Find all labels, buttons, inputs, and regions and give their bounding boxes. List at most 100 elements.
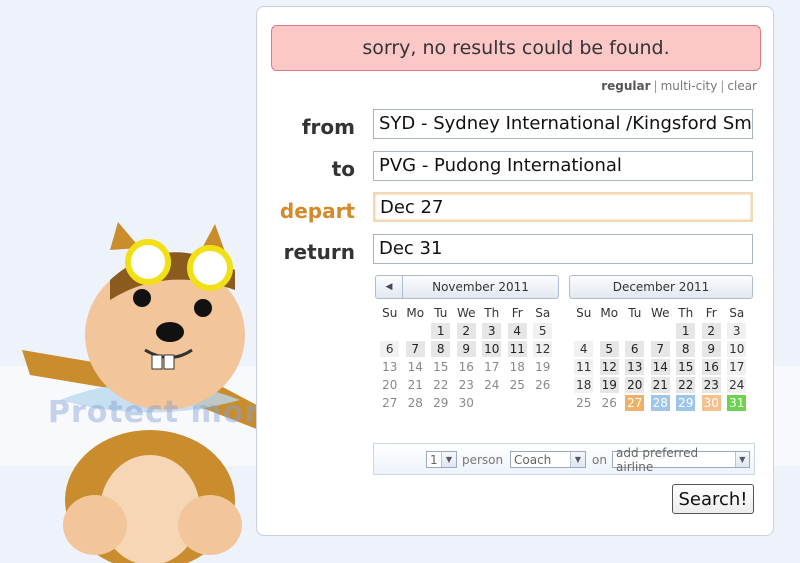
calendar-day[interactable]: 14 [406, 359, 425, 375]
calendar-day[interactable]: 14 [650, 359, 670, 375]
calendar-day[interactable]: 23 [457, 377, 476, 393]
depart-input[interactable]: Dec 27 [373, 192, 753, 222]
calendar-day[interactable]: 9 [701, 341, 721, 357]
calendar-day[interactable]: 17 [482, 359, 501, 375]
calendar-title: November 2011 [432, 280, 529, 294]
weekday-header: We [650, 306, 670, 320]
search-button[interactable]: Search! [672, 484, 754, 514]
calendar-day[interactable]: 7 [405, 341, 425, 357]
search-panel: sorry, no results could be found. regula… [256, 6, 774, 536]
calendar-day[interactable]: 30 [457, 395, 476, 411]
calendar-day[interactable]: 11 [507, 341, 527, 357]
calendar-day[interactable]: 21 [650, 377, 670, 393]
calendar-day[interactable]: 24 [482, 377, 501, 393]
from-input[interactable]: SYD - Sydney International /Kingsford Sm… [373, 109, 753, 139]
calendar-grid: Su Mo Tu We Th Fr Sa 1 2 3 4 5 6 7 8 9 10 11 12 13 14 15 16 17 1… [569, 305, 753, 411]
calendar-day[interactable]: 22 [676, 377, 696, 393]
calendar-day[interactable]: 2 [701, 323, 721, 339]
calendar-day[interactable]: 15 [431, 359, 450, 375]
calendar-day[interactable]: 10 [482, 341, 502, 357]
calendar-day[interactable]: 26 [600, 395, 619, 411]
calendar-day[interactable]: 30 [701, 395, 721, 411]
calendar-day[interactable]: 28 [406, 395, 425, 411]
calendar-day[interactable]: 4 [574, 341, 594, 357]
calendar-day[interactable]: 20 [380, 377, 399, 393]
weekday-header: Th [484, 306, 500, 320]
calendar-day[interactable]: 17 [727, 359, 747, 375]
calendar-day[interactable]: 3 [727, 323, 747, 339]
calendar-day[interactable]: 24 [727, 377, 747, 393]
passenger-count-select[interactable]: 1 ▼ [426, 451, 457, 468]
calendar-day[interactable]: 29 [676, 395, 696, 411]
calendar-day[interactable]: 16 [457, 359, 476, 375]
weekday-header: Su [576, 306, 592, 320]
calendar-day[interactable]: 9 [456, 341, 476, 357]
calendar-day[interactable]: 12 [533, 341, 553, 357]
calendar-day[interactable]: 10 [727, 341, 747, 357]
calendar-day[interactable]: 27 [380, 395, 399, 411]
calendar-day[interactable]: 4 [507, 323, 527, 339]
calendar-day[interactable]: 18 [574, 377, 594, 393]
empty-cell [403, 323, 429, 339]
calendar-day[interactable]: 8 [431, 341, 451, 357]
calendar-day[interactable]: 25 [508, 377, 527, 393]
calendar-day[interactable]: 1 [676, 323, 696, 339]
mode-links: regular | multi-city | clear [601, 79, 757, 93]
calendar-day[interactable]: 8 [676, 341, 696, 357]
calendar-header: ◀ November 2011 [375, 275, 559, 299]
calendar-day[interactable]: 1 [431, 323, 451, 339]
calendar-day[interactable]: 13 [625, 359, 645, 375]
calendar-day[interactable]: 25 [574, 395, 593, 411]
calendar-day[interactable]: 27 [625, 395, 645, 411]
calendar-header: December 2011 [569, 275, 753, 299]
calendar-day[interactable]: 16 [701, 359, 721, 375]
empty-cell [571, 323, 597, 339]
return-label: return [283, 240, 355, 264]
empty-cell [377, 323, 403, 339]
calendar-day[interactable]: 31 [727, 395, 747, 411]
calendar-day[interactable]: 12 [599, 359, 619, 375]
regular-link[interactable]: regular [601, 79, 650, 93]
chevron-down-icon: ▼ [441, 452, 456, 467]
return-input[interactable]: Dec 31 [373, 234, 753, 264]
prev-arrow-icon[interactable]: ◀ [376, 276, 403, 298]
watermark-text: Protect more [48, 395, 282, 430]
on-label: on [592, 453, 607, 467]
calendar-day[interactable]: 19 [599, 377, 619, 393]
calendar-day[interactable]: 20 [625, 377, 645, 393]
calendar-day[interactable]: 3 [482, 323, 502, 339]
calendar-title: December 2011 [612, 280, 710, 294]
cabin-class-value: Coach [514, 452, 552, 467]
calendar-day[interactable]: 29 [431, 395, 450, 411]
calendar-day[interactable]: 6 [380, 341, 400, 357]
airline-select[interactable]: add preferred airline ▼ [612, 446, 750, 474]
chevron-down-icon: ▼ [734, 452, 749, 467]
weekday-header: Fr [705, 306, 717, 320]
calendar-day[interactable]: 5 [599, 341, 619, 357]
calendar-day[interactable]: 2 [456, 323, 476, 339]
calendar-november: ◀ November 2011 Su Mo Tu We Th Fr Sa 1 2 3 4 5 6 7 8 9 1… [375, 275, 559, 411]
calendar-grid: Su Mo Tu We Th Fr Sa 1 2 3 4 5 6 7 8 9 10 11 12 13 14 15 16 17 1… [375, 305, 559, 411]
calendar-day[interactable]: 22 [431, 377, 450, 393]
calendar-day[interactable]: 26 [533, 377, 552, 393]
calendar-day[interactable]: 28 [650, 395, 670, 411]
calendar-day[interactable]: 11 [574, 359, 594, 375]
separator: | [653, 79, 658, 93]
calendar-day[interactable]: 7 [650, 341, 670, 357]
calendar-day[interactable]: 21 [406, 377, 425, 393]
calendar-day[interactable]: 23 [701, 377, 721, 393]
calendar-day[interactable]: 13 [380, 359, 399, 375]
cabin-class-select[interactable]: Coach ▼ [510, 451, 586, 468]
calendar-day[interactable]: 6 [625, 341, 645, 357]
calendar-day[interactable]: 15 [676, 359, 696, 375]
calendar-day[interactable]: 5 [533, 323, 553, 339]
clear-link[interactable]: clear [727, 79, 757, 93]
calendar-day[interactable]: 19 [533, 359, 552, 375]
weekday-header: Su [382, 306, 398, 320]
separator: | [720, 79, 725, 93]
chevron-down-icon: ▼ [570, 452, 585, 467]
empty-cell [622, 323, 648, 339]
to-input[interactable]: PVG - Pudong International [373, 151, 753, 181]
multi-city-link[interactable]: multi-city [661, 79, 718, 93]
calendar-day[interactable]: 18 [508, 359, 527, 375]
